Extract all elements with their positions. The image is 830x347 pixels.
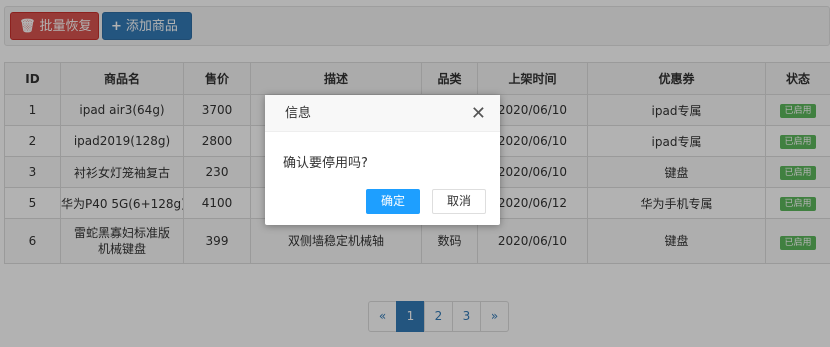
confirm-button[interactable]: 确定	[365, 189, 420, 214]
dialog-header: 信息 ✕	[265, 95, 500, 132]
cancel-button[interactable]: 取消	[431, 189, 486, 214]
close-icon[interactable]: ✕	[471, 95, 486, 132]
dialog-title: 信息	[285, 106, 312, 121]
dialog-buttons: 确定 取消	[354, 189, 486, 214]
dialog-message: 确认要停用吗?	[283, 156, 368, 171]
confirm-dialog: 信息 ✕ 确认要停用吗? 确定 取消	[265, 95, 500, 225]
